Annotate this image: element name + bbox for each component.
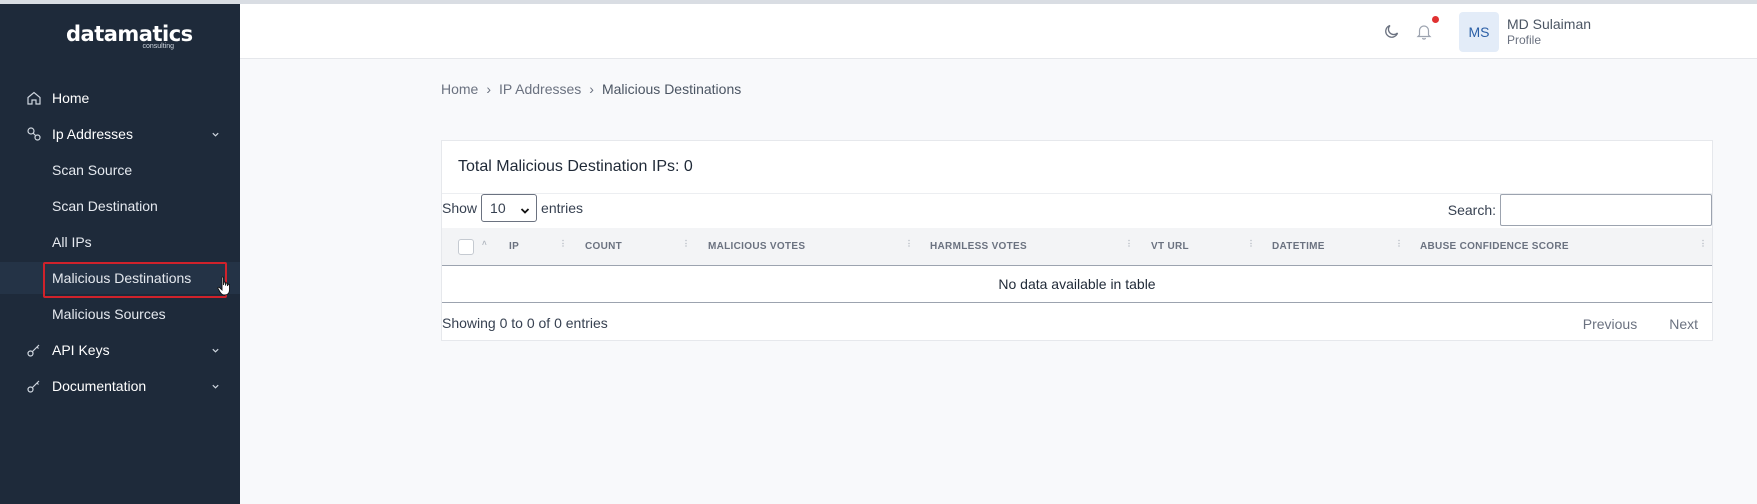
column-header-malicious-votes[interactable]: MALICIOUS VOTES [708, 228, 805, 265]
column-header-count[interactable]: COUNT [585, 228, 622, 265]
sidebar-item-label: API Keys [52, 342, 110, 358]
column-header-label: ABUSE CONFIDENCE SCORE [1420, 241, 1569, 252]
sidebar-item-malicious-destinations[interactable]: Malicious Destinations [0, 262, 240, 298]
chevron-down-icon [210, 345, 220, 355]
sidebar-item-label: Home [52, 90, 90, 106]
column-header-vt-url[interactable]: VT URL [1151, 228, 1189, 265]
sidebar-item-label: Malicious Sources [52, 306, 166, 322]
entries-length-control: Show 10 entries [442, 194, 583, 222]
chevron-down-icon [210, 129, 220, 139]
chevron-down-icon [520, 203, 530, 219]
entries-label: entries [541, 200, 584, 216]
entries-select-value: 10 [490, 200, 506, 216]
table-search: Search: [1448, 194, 1712, 226]
sidebar-item-label: Ip Addresses [52, 126, 133, 142]
column-header-harmless-votes[interactable]: HARMLESS VOTES [930, 228, 1027, 265]
breadcrumb-separator: › [486, 81, 492, 97]
key-icon [26, 342, 42, 358]
search-input[interactable] [1500, 194, 1712, 226]
chevron-down-icon [210, 381, 220, 391]
sidebar-item-label: Scan Destination [52, 198, 158, 214]
user-profile-link[interactable]: Profile [1507, 33, 1541, 47]
previous-page-button[interactable]: Previous [1583, 316, 1637, 332]
column-header-label: MALICIOUS VOTES [708, 241, 806, 252]
card-title: Total Malicious Destination IPs: 0 [458, 158, 693, 175]
notification-badge [1432, 16, 1439, 23]
breadcrumb-separator: › [589, 81, 594, 97]
breadcrumb: Home › IP Addresses › Malicious Destinat… [441, 81, 741, 97]
sidebar-item-home[interactable]: Home [0, 82, 240, 114]
next-page-button[interactable]: Next [1669, 316, 1698, 332]
user-name[interactable]: MD Sulaiman [1507, 16, 1591, 32]
column-header-label: HARMLESS VOTES [930, 241, 1027, 252]
sidebar-item-all-ips[interactable]: All IPs [0, 226, 240, 258]
breadcrumb-ip-addresses[interactable]: IP Addresses [499, 81, 581, 97]
column-header-ip[interactable]: IP [509, 228, 519, 265]
breadcrumb-current: Malicious Destinations [601, 81, 742, 97]
sidebar: datamatics consulting Home Ip Addresses … [0, 4, 240, 504]
logo[interactable]: datamatics consulting [66, 22, 193, 50]
home-icon [26, 90, 42, 106]
key-icon [26, 378, 42, 394]
select-all-checkbox[interactable] [458, 239, 474, 255]
sidebar-item-label: Scan Source [52, 162, 133, 178]
sidebar-item-scan-source[interactable]: Scan Source [0, 154, 240, 186]
column-header-abuse-confidence-score[interactable]: ABUSE CONFIDENCE SCORE [1420, 228, 1569, 265]
pagination: Previous Next [1583, 316, 1698, 332]
column-header-label: VT URL [1151, 241, 1189, 252]
sidebar-item-documentation[interactable]: Documentation [0, 370, 240, 402]
column-header-label: COUNT [585, 241, 623, 252]
sidebar-item-scan-destination[interactable]: Scan Destination [0, 190, 240, 222]
empty-table-message: No data available in table [442, 266, 1712, 303]
sidebar-item-label: Malicious Destinations [52, 270, 192, 286]
sidebar-item-malicious-sources[interactable]: Malicious Sources [0, 298, 240, 330]
ip-icon [26, 126, 42, 142]
column-header-label: DATETIME [1272, 241, 1325, 252]
table-header: ˄ IP ⋮ COUNT ⋮ MALICIOUS VOTES ⋮ HARMLES… [442, 228, 1712, 266]
entries-select[interactable]: 10 [481, 194, 538, 222]
bell-icon[interactable] [1416, 23, 1432, 45]
hand-cursor-icon [217, 276, 233, 303]
sidebar-item-ip-addresses[interactable]: Ip Addresses [0, 118, 240, 150]
malicious-destinations-card: Total Malicious Destination IPs: 0 Show … [441, 140, 1713, 341]
moon-icon[interactable] [1384, 23, 1400, 44]
breadcrumb-home[interactable]: Home [441, 81, 478, 97]
show-label: Show [442, 200, 478, 216]
table-info: Showing 0 to 0 of 0 entries [442, 315, 608, 331]
column-header-datetime[interactable]: DATETIME [1272, 228, 1325, 265]
sidebar-item-label: All IPs [52, 234, 92, 250]
sidebar-item-label: Documentation [52, 378, 147, 394]
column-header-label: IP [509, 241, 520, 252]
sidebar-item-api-keys[interactable]: API Keys [0, 334, 240, 366]
search-label: Search: [1447, 202, 1496, 218]
avatar[interactable]: MS [1459, 12, 1499, 52]
